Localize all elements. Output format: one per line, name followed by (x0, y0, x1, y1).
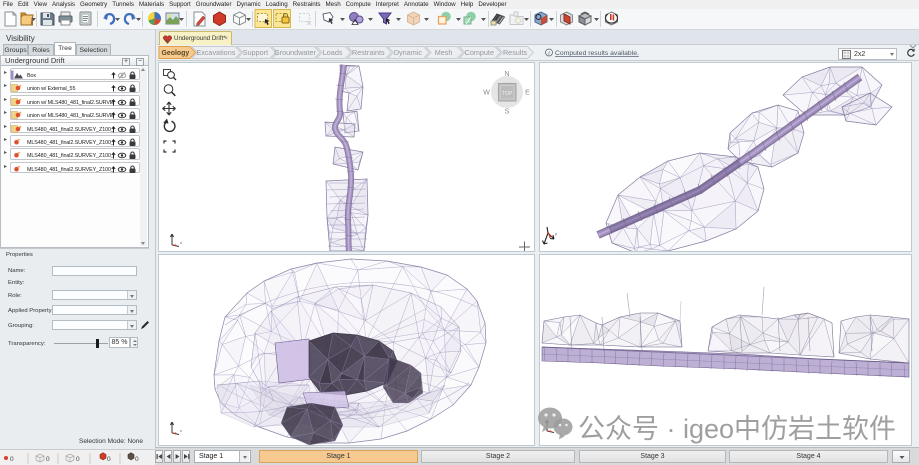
svg-text:x: x (180, 240, 182, 245)
svg-text:y: y (555, 231, 557, 236)
svg-text:N: N (504, 71, 509, 78)
svg-text:Loads: Loads (323, 48, 343, 57)
svg-text:0: 0 (76, 456, 80, 463)
svg-text:公众号 · igeo中仿岩土软件: 公众号 · igeo中仿岩土软件 (578, 414, 896, 444)
svg-text:0: 0 (46, 456, 50, 463)
svg-text:S: S (505, 109, 510, 116)
svg-text:x: x (180, 428, 182, 433)
svg-text:Dynamic: Dynamic (394, 48, 422, 57)
svg-text:E: E (525, 90, 530, 97)
svg-text:0: 0 (107, 456, 111, 463)
svg-text:Restraints: Restraints (352, 48, 385, 57)
svg-text:Mesh: Mesh (435, 48, 453, 57)
svg-text:0: 0 (135, 456, 139, 463)
svg-text:Compute: Compute (465, 48, 494, 57)
svg-text:Geology: Geology (161, 50, 189, 57)
svg-text:W: W (483, 90, 490, 97)
svg-text:Results: Results (503, 48, 527, 57)
svg-text:Support: Support (243, 48, 268, 57)
svg-text:Computed results available.: Computed results available. (555, 50, 639, 57)
svg-text:Groundwater: Groundwater (274, 48, 316, 57)
svg-text:TOP: TOP (502, 91, 513, 97)
svg-text:0: 0 (10, 456, 14, 463)
svg-text:Excavations: Excavations (196, 48, 235, 57)
